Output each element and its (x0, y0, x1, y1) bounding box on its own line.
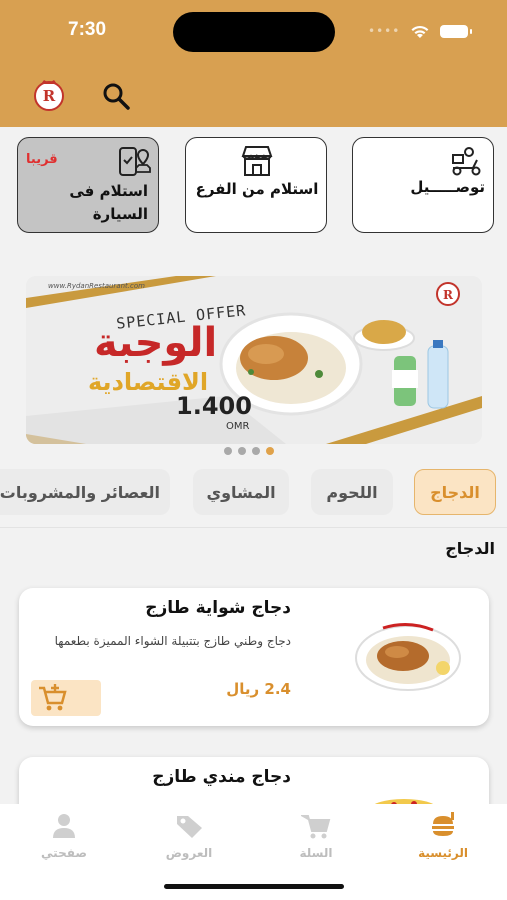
pager-dot[interactable] (238, 447, 246, 455)
product-name: دجاج شواية طازج (145, 598, 291, 618)
banner-currency: OMR (226, 421, 250, 432)
nav-offers-label: العروض (165, 846, 213, 860)
store-icon (241, 146, 273, 176)
status-icons: •••• (368, 22, 472, 40)
product-card[interactable]: دجاج شواية طازج دجاج وطني طازج بتتبيلة ا… (19, 588, 489, 726)
restaurant-logo[interactable]: R (31, 77, 67, 113)
car-pickup-phone-icon (119, 147, 151, 176)
product-price: 2.4 ريال (226, 680, 291, 698)
branch-pickup-button[interactable]: استلام من الفرع (185, 137, 327, 233)
grilled-chicken-image (355, 623, 461, 691)
pager-dot[interactable] (224, 447, 232, 455)
nav-home-label: الرئيسية (418, 846, 468, 860)
nav-offers[interactable]: العروض (149, 812, 229, 860)
category-juices-drinks-label: العصائر والمشروبات (0, 482, 160, 502)
car-pickup-label-line1: استلام فى (69, 182, 148, 200)
status-time: 7:30 (68, 19, 107, 40)
category-grills[interactable]: المشاوي (193, 469, 289, 515)
soon-badge: قريبا (26, 152, 58, 167)
nav-cart-label: السلة (299, 846, 333, 860)
add-to-cart-button[interactable] (31, 680, 101, 716)
category-juices-drinks[interactable]: العصائر والمشروبات (0, 469, 170, 515)
home-burger-icon (432, 812, 454, 836)
car-pickup-label-line2: السيارة (92, 204, 148, 223)
dynamic-island (173, 12, 335, 52)
branch-pickup-label: استلام من الفرع (195, 180, 319, 198)
tag-icon (177, 816, 202, 838)
signal-icon: •••• (368, 24, 401, 38)
svg-text:R: R (43, 87, 56, 105)
nav-profile-label: صفحتي (41, 846, 87, 860)
cart-icon (299, 815, 331, 839)
section-title: الدجاج (445, 539, 495, 558)
delivery-button[interactable]: توصـــــيل (352, 137, 494, 233)
car-pickup-button[interactable]: قريبا استلام فى السيارة (17, 137, 159, 233)
divider (0, 527, 507, 528)
car-pickup-label: استلام فى السيارة (69, 180, 148, 225)
pager-dot-active[interactable] (266, 447, 274, 455)
nav-cart[interactable]: السلة (276, 812, 356, 860)
add-cart-icon (39, 684, 67, 711)
search-icon[interactable] (101, 81, 131, 111)
banner-price: 1.400 (176, 392, 252, 420)
delivery-scooter-icon (452, 147, 481, 176)
nav-profile[interactable]: صفحتي (24, 812, 104, 860)
banner-site: www.RydanRestaurant.com (48, 282, 145, 290)
wifi-icon (411, 25, 429, 38)
category-chicken[interactable]: الدجاج (414, 469, 496, 515)
nav-home[interactable]: الرئيسية (403, 812, 483, 860)
home-indicator[interactable] (164, 884, 344, 889)
svg-text:R: R (443, 288, 454, 302)
category-meat[interactable]: اللحوم (311, 469, 393, 515)
product-name: دجاج مندي طازج (152, 767, 291, 787)
banner-pager[interactable] (224, 447, 274, 455)
offer-banner[interactable]: R www.RydanRestaurant.com SPECIAL OFFER … (26, 276, 482, 444)
delivery-label: توصـــــيل (410, 178, 485, 196)
person-icon (53, 814, 75, 838)
banner-title: الوجبة (94, 320, 218, 366)
pager-dot[interactable] (252, 447, 260, 455)
product-description: دجاج وطني طازج بتتبيلة الشواء المميزة بط… (54, 634, 291, 648)
battery-icon (440, 24, 472, 38)
